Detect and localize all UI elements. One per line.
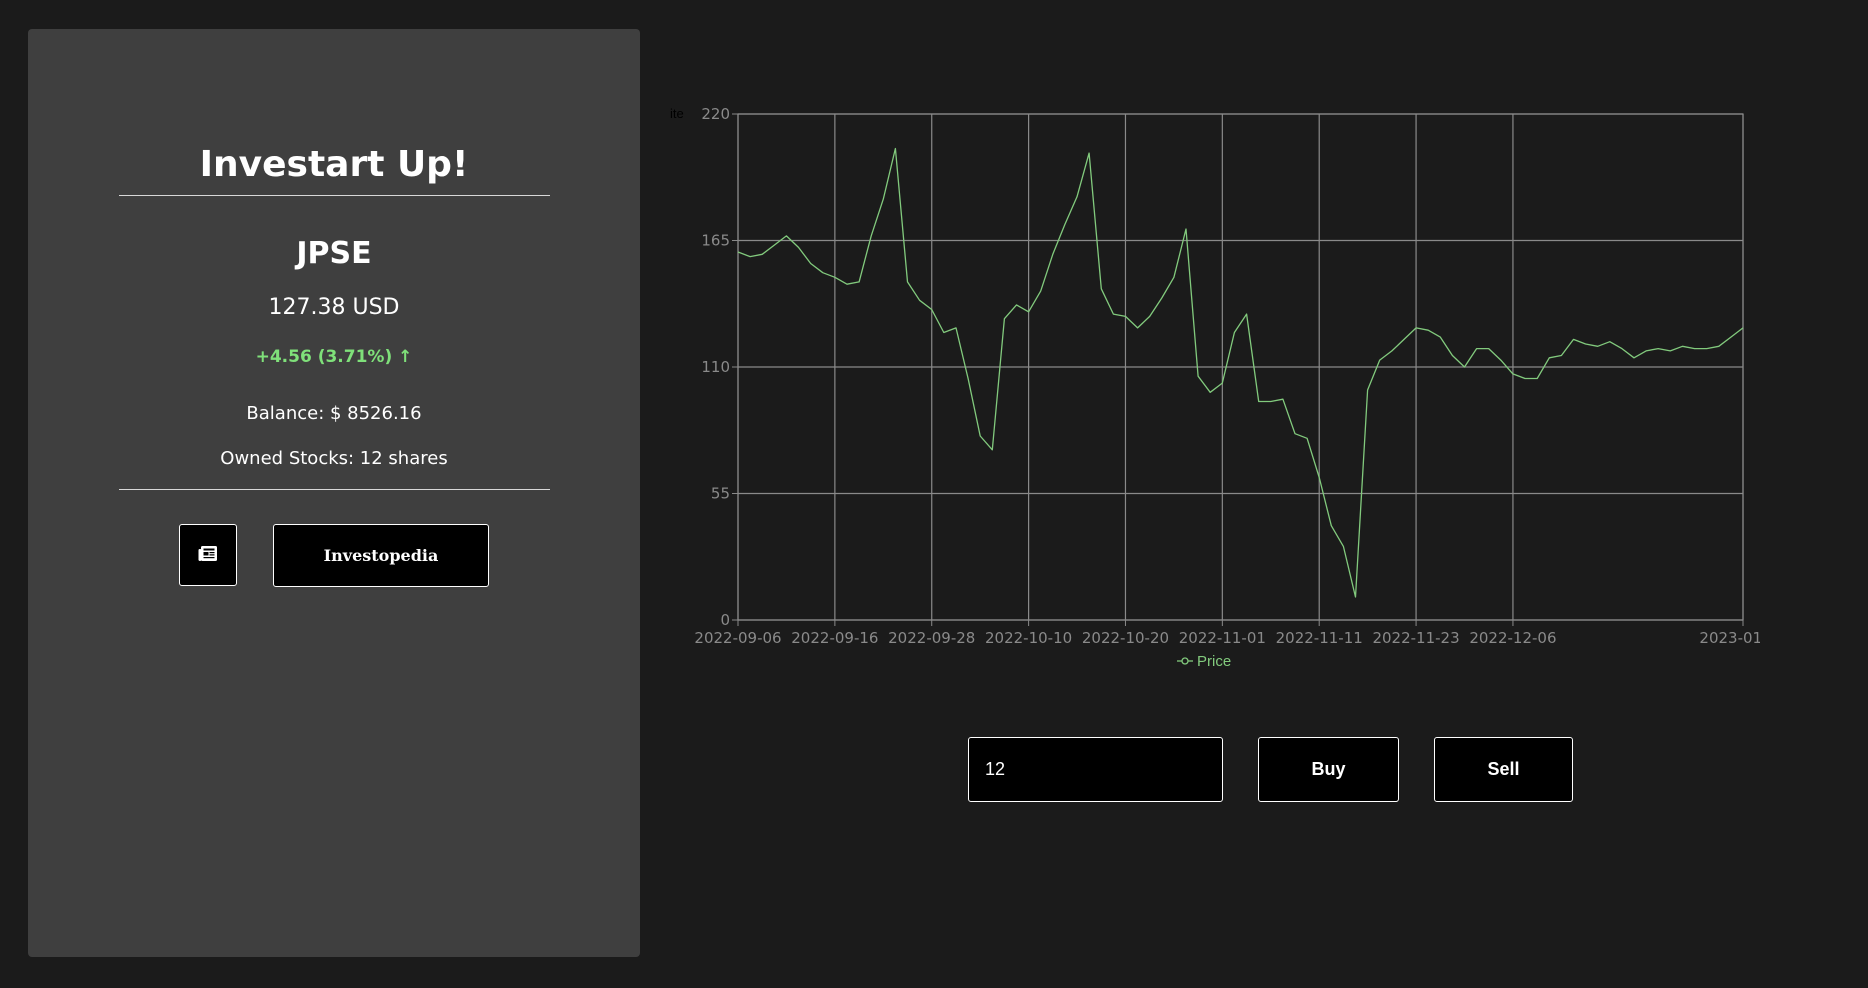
x-tick-label: 2022-11-11 [1276,629,1363,647]
legend-marker [1181,657,1189,665]
newspaper-icon [198,545,218,566]
x-tick-label: 2022-10-20 [1082,629,1169,647]
x-tick-label: 2022-09-16 [791,629,878,647]
y-tick-label: 0 [720,611,730,629]
chart-partial-label: ite [670,106,684,121]
stock-price: 127.38 USD [268,295,400,320]
y-tick-label: 165 [701,232,730,250]
legend-label: Price [1197,653,1231,670]
y-tick-label: 55 [711,485,730,503]
sidebar-panel: Investart Up! JPSE 127.38 USD +4.56 (3.7… [28,29,640,957]
stock-ticker: JPSE [296,236,372,271]
owned-stocks-text: Owned Stocks: 12 shares [220,448,448,469]
app-title: Investart Up! [199,144,469,185]
price-change: +4.56 (3.71%) ↑ [255,347,413,367]
balance-text: Balance: $ 8526.16 [246,403,422,424]
divider-bottom [119,489,550,490]
x-tick-label: 2022-11-23 [1372,629,1459,647]
x-tick-label: 2023-01-04 [1699,629,1760,647]
divider-top [119,195,550,196]
x-tick-label: 2022-11-01 [1179,629,1266,647]
x-tick-label: 2022-09-06 [694,629,781,647]
news-button[interactable] [179,524,237,586]
price-series-line [737,147,1744,598]
buy-button[interactable]: Buy [1258,737,1399,802]
y-tick-label: 220 [701,105,730,123]
quantity-input[interactable] [968,737,1223,802]
x-tick-label: 2022-09-28 [888,629,975,647]
investopedia-button[interactable]: Investopedia [273,524,489,587]
sell-button[interactable]: Sell [1434,737,1573,802]
y-tick-label: 110 [701,358,730,376]
x-tick-label: 2022-12-06 [1469,629,1556,647]
x-tick-label: 2022-10-10 [985,629,1072,647]
price-chart: ite 0 55 110 165 220 2022-09-06 2022-09-16 2022-… [670,105,1760,670]
